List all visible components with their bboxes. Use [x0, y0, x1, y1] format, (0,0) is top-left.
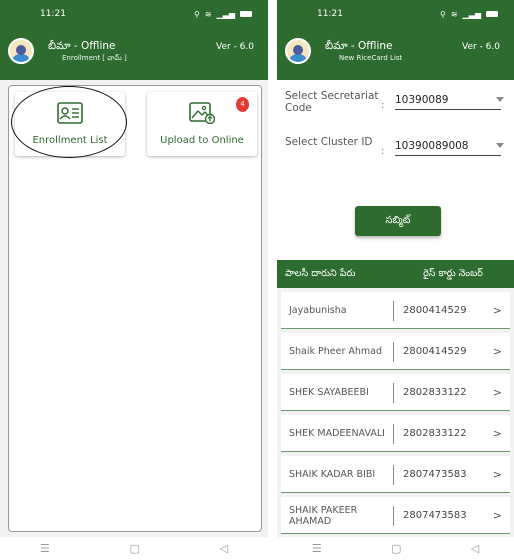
app-header: 11:21 ⚲ ≋ ▁▃▅ బీమా - Offline Enrollment … — [0, 0, 268, 80]
secretariat-code-label: Select Secretariat Code — [285, 90, 379, 114]
policy-holder-name: Shaik Pheer Ahmad — [289, 346, 383, 357]
filter-form: Select Secretariat Code : 10390089 Selec… — [277, 80, 514, 260]
table-row[interactable]: SHAIK PAKEER AHAMAD 2807473583 > — [281, 497, 510, 534]
status-time: 11:21 — [317, 9, 343, 19]
back-icon[interactable]: ◁ — [471, 542, 479, 555]
rice-card-number: 2800414529 — [403, 305, 467, 316]
screenshot-pair: 11:21 ⚲ ≋ ▁▃▅ బీమా - Offline Enrollment … — [0, 0, 514, 560]
status-bar: 11:21 ⚲ ≋ ▁▃▅ — [0, 0, 268, 28]
cluster-id-select[interactable]: 10390089008 — [395, 140, 501, 156]
location-icon: ⚲ — [439, 9, 446, 19]
cluster-id-label: Select Cluster ID — [285, 136, 373, 148]
dropdown-arrow-icon[interactable] — [496, 143, 504, 148]
table-row[interactable]: Jayabunisha 2800414529 > — [281, 292, 510, 329]
field-colon: : — [381, 146, 385, 157]
wifi-icon: ≋ — [204, 9, 212, 19]
column-divider — [393, 424, 394, 444]
status-icons: ⚲ ≋ ▁▃▅ — [194, 10, 252, 19]
right-phone-screen: 11:21 ⚲ ≋ ▁▃▅ బీమా - Offline New RiceCar… — [277, 0, 514, 537]
column-divider — [393, 465, 394, 485]
app-title: బీమా - Offline — [48, 40, 116, 52]
secretariat-code-select[interactable]: 10390089 — [395, 94, 501, 110]
table-row[interactable]: SHAIK KADAR BIBI 2807473583 > — [281, 456, 510, 493]
table-row[interactable]: SHEK SAYABEEBI 2802833122 > — [281, 374, 510, 411]
policy-holder-name: Jayabunisha — [289, 305, 347, 316]
cluster-id-row: Select Cluster ID : 10390089008 — [277, 130, 514, 170]
upload-to-online-label: Upload to Online — [160, 135, 244, 146]
wifi-icon: ≋ — [450, 9, 458, 19]
app-bar: బీమా - Offline Enrollment [ వామ్ ] Ver -… — [0, 28, 268, 80]
table-row[interactable]: Shaik Pheer Ahmad 2800414529 > — [281, 333, 510, 370]
location-icon: ⚲ — [193, 9, 200, 19]
table-row[interactable]: SHEK MADEENAVALI 2802833122 > — [281, 415, 510, 452]
back-icon[interactable]: ◁ — [220, 542, 228, 555]
field-colon: : — [381, 100, 385, 111]
menu-icon[interactable]: ☰ — [40, 542, 50, 555]
highlight-circle-annotation — [11, 86, 127, 158]
app-logo — [8, 38, 34, 64]
secretariat-code-row: Select Secretariat Code : 10390089 — [277, 84, 514, 124]
app-header: 11:21 ⚲ ≋ ▁▃▅ బీమా - Offline New RiceCar… — [277, 0, 514, 80]
rice-card-number: 2800414529 — [403, 346, 467, 357]
table-body: Jayabunisha 2800414529 > Shaik Pheer Ahmad 2… — [277, 292, 514, 537]
status-time: 11:21 — [40, 9, 66, 19]
home-icon[interactable]: ▢ — [130, 542, 140, 555]
rice-card-number: 2807473583 — [403, 469, 467, 480]
policy-holder-name: SHAIK PAKEER AHAMAD — [289, 504, 358, 527]
submit-button[interactable]: సబ్మిట్ — [355, 206, 441, 236]
app-subtitle: Enrollment [ వామ్ ] — [62, 54, 127, 62]
app-bar: బీమా - Offline New RiceCard List Ver - 6… — [277, 28, 514, 80]
chevron-right-icon[interactable]: > — [493, 427, 502, 440]
chevron-right-icon[interactable]: > — [493, 468, 502, 481]
rice-card-number: 2802833122 — [403, 387, 467, 398]
ricecard-table: పాలసీ దారుని పేరు రైస్ కార్డు నెంబర్ Jay… — [277, 260, 514, 537]
home-icon[interactable]: ▢ — [391, 542, 401, 555]
chevron-right-icon[interactable]: > — [493, 304, 502, 317]
app-title: బీమా - Offline — [325, 40, 393, 52]
pending-count-badge: 4 — [236, 97, 249, 112]
rice-card-number: 2807473583 — [403, 510, 467, 521]
policy-holder-name: SHAIK KADAR BIBI — [289, 469, 376, 480]
policy-holder-name: SHEK SAYABEEBI — [289, 387, 369, 398]
policy-holder-name: SHEK MADEENAVALI — [289, 428, 385, 439]
column-divider — [393, 342, 394, 362]
version-label: Ver - 6.0 — [462, 42, 500, 52]
signal-icon: ▁▃▅ — [462, 9, 481, 19]
image-upload-icon — [189, 102, 215, 124]
signal-icon: ▁▃▅ — [216, 9, 235, 19]
chevron-right-icon[interactable]: > — [493, 509, 502, 522]
status-bar: 11:21 ⚲ ≋ ▁▃▅ — [277, 0, 514, 28]
column-divider — [393, 506, 394, 526]
chevron-right-icon[interactable]: > — [493, 345, 502, 358]
app-logo — [285, 38, 311, 64]
dashboard-panel: Enrollment List 4 Upload to Online — [8, 85, 262, 532]
left-phone-screen: 11:21 ⚲ ≋ ▁▃▅ బీమా - Offline Enrollment … — [0, 0, 268, 537]
column-divider — [393, 301, 394, 321]
right-system-nav-bar: ☰ ▢ ◁ — [277, 537, 514, 560]
version-label: Ver - 6.0 — [216, 42, 254, 52]
rice-card-number: 2802833122 — [403, 428, 467, 439]
dropdown-arrow-icon[interactable] — [496, 97, 504, 102]
menu-icon[interactable]: ☰ — [312, 542, 322, 555]
left-system-nav-bar: ☰ ▢ ◁ — [0, 537, 268, 560]
app-subtitle: New RiceCard List — [339, 54, 403, 62]
table-header: పాలసీ దారుని పేరు రైస్ కార్డు నెంబర్ — [277, 260, 514, 288]
chevron-right-icon[interactable]: > — [493, 386, 502, 399]
column-divider — [393, 383, 394, 403]
battery-icon — [486, 11, 498, 17]
battery-icon — [240, 11, 252, 17]
upload-to-online-card[interactable]: 4 Upload to Online — [147, 92, 257, 156]
header-rice-card-number: రైస్ కార్డు నెంబర్ — [423, 267, 483, 279]
status-icons: ⚲ ≋ ▁▃▅ — [440, 10, 498, 19]
header-policy-holder-name: పాలసీ దారుని పేరు — [285, 267, 356, 279]
